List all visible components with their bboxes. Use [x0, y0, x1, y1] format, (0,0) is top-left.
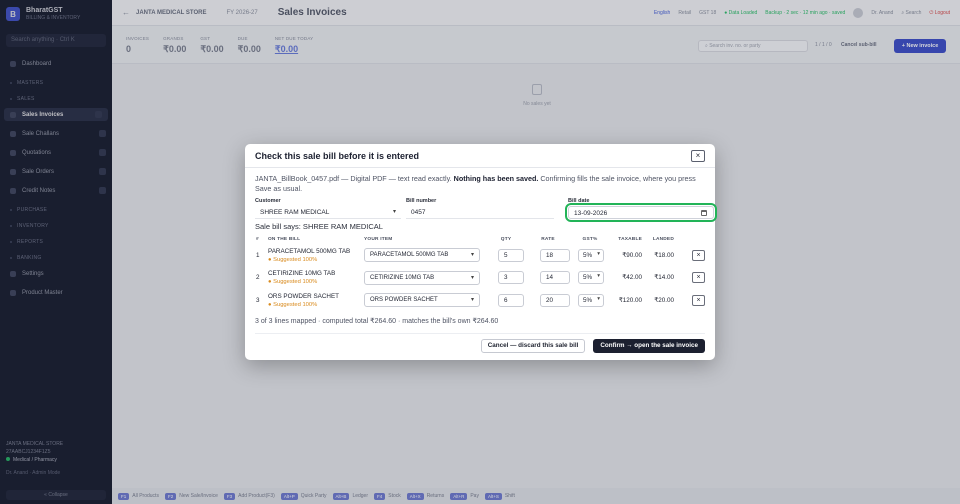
intro-file: JANTA_BillBook_0457.pdf — Digital PDF — … — [255, 174, 452, 183]
bill-says-customer: Sale bill says: SHREE RAM MEDICAL — [255, 222, 383, 231]
item-select[interactable]: ORS POWDER SACHET ▾ — [364, 293, 480, 308]
bill-number-label: Bill number — [406, 198, 437, 204]
chevron-down-icon: ▾ — [470, 252, 474, 259]
actions-divider — [255, 333, 705, 334]
col-gst: GST% — [582, 236, 598, 242]
line-number: 1 — [256, 251, 260, 259]
col-taxable: TAXABLE — [618, 236, 642, 242]
bill-number-input[interactable]: 0457 — [406, 206, 554, 219]
gst-cell: 5% ▾ — [570, 267, 610, 290]
bill-line-cell: ORS POWDER SACHET ● Suggested 100% — [268, 289, 364, 312]
item-select-value: PARACETAMOL 500MG TAB — [370, 252, 449, 259]
remove-line-button[interactable]: × — [692, 294, 705, 306]
discard-sale-bill-button[interactable]: Cancel — discard this sale bill — [480, 339, 586, 353]
calendar-icon[interactable] — [701, 210, 707, 216]
intro-not-saved: Nothing has been saved. — [453, 174, 539, 183]
rate-cell: 18 — [526, 244, 570, 267]
gst-cell: 5% ▾ — [570, 244, 610, 267]
dialog-title: Check this sale bill before it is entere… — [255, 150, 420, 161]
mapping-summary: 3 of 3 lines mapped · computed total ₹26… — [255, 317, 499, 325]
qty-input[interactable]: 5 — [498, 248, 524, 262]
bill-lines-table: # ON THE BILL YOUR ITEM QTY RATE GST% TA… — [255, 234, 705, 312]
bill-line-cell: CETIRIZINE 10MG TAB ● Suggested 100% — [268, 267, 364, 290]
landed-value: ₹18.00 — [654, 251, 674, 259]
col-landed: LANDED — [652, 236, 674, 242]
gst-cell: 5% ▾ — [570, 289, 610, 312]
rate-input[interactable]: 20 — [540, 293, 570, 307]
chevron-down-icon: ▾ — [470, 274, 474, 281]
landed-value: ₹20.00 — [654, 296, 674, 304]
review-sale-bill-dialog: Check this sale bill before it is entere… — [245, 144, 717, 360]
taxable-value: ₹120.00 — [618, 296, 642, 304]
suggestion-badge: ● Suggested 100% — [268, 301, 318, 308]
rate-cell: 20 — [526, 289, 570, 312]
bill-item-name: CETIRIZINE 10MG TAB — [268, 270, 336, 278]
remove-line-button[interactable]: × — [692, 249, 705, 261]
col-remove — [674, 234, 705, 244]
gst-value: 5% — [583, 251, 593, 259]
chevron-down-icon: ▾ — [597, 250, 600, 257]
remove-cell: × — [674, 244, 705, 267]
bill-item-name: PARACETAMOL 500MG TAB — [268, 247, 351, 255]
col-qty: QTY — [500, 236, 512, 242]
rate-input[interactable]: 18 — [540, 248, 570, 262]
suggestion-badge: ● Suggested 100% — [268, 279, 318, 286]
table-row: 2 CETIRIZINE 10MG TAB ● Suggested 100% CETI… — [255, 267, 705, 290]
col-your-item: YOUR ITEM — [364, 236, 393, 242]
qty-input[interactable]: 3 — [498, 271, 524, 285]
qty-cell: 6 — [486, 289, 526, 312]
dialog-intro: JANTA_BillBook_0457.pdf — Digital PDF — … — [255, 174, 705, 194]
remove-line-button[interactable]: × — [692, 272, 705, 284]
chevron-down-icon: ▾ — [392, 209, 396, 215]
close-icon: × — [695, 150, 701, 160]
qty-cell: 3 — [486, 267, 526, 290]
chevron-down-icon: ▾ — [597, 295, 600, 302]
item-select-value: CETIRIZINE 10MG TAB — [370, 274, 435, 281]
line-number: 3 — [256, 296, 260, 304]
table-row: 1 PARACETAMOL 500MG TAB ● Suggested 100% PA… — [255, 244, 705, 267]
rate-cell: 14 — [526, 267, 570, 290]
col-on-the-bill: ON THE BILL — [268, 236, 301, 242]
col-rate: RATE — [541, 236, 555, 242]
gst-select[interactable]: 5% ▾ — [578, 248, 604, 262]
remove-cell: × — [674, 289, 705, 312]
item-select-value: ORS POWDER SACHET — [370, 297, 438, 304]
taxable-value: ₹42.00 — [622, 274, 642, 282]
close-icon: × — [696, 251, 701, 259]
gst-select[interactable]: 5% ▾ — [578, 293, 604, 307]
close-dialog-button[interactable]: × — [691, 149, 705, 162]
your-item-cell: PARACETAMOL 500MG TAB ▾ — [364, 244, 486, 267]
bill-date-input[interactable]: 13-09-2026 — [565, 203, 717, 222]
taxable-value: ₹90.00 — [622, 251, 642, 259]
bill-line-cell: PARACETAMOL 500MG TAB ● Suggested 100% — [268, 244, 364, 267]
your-item-cell: CETIRIZINE 10MG TAB ▾ — [364, 267, 486, 290]
customer-select[interactable]: SHREE RAM MEDICAL ▾ — [255, 206, 401, 219]
rate-input[interactable]: 14 — [540, 271, 570, 285]
table-row: 3 ORS POWDER SACHET ● Suggested 100% ORS PO… — [255, 289, 705, 312]
bill-date-value: 13-09-2026 — [574, 210, 608, 217]
close-icon: × — [696, 274, 701, 282]
col-no: # — [256, 236, 259, 242]
item-select[interactable]: CETIRIZINE 10MG TAB ▾ — [364, 270, 480, 285]
chevron-down-icon: ▾ — [597, 273, 600, 280]
suggestion-badge: ● Suggested 100% — [268, 256, 318, 263]
chevron-down-icon: ▾ — [470, 297, 474, 304]
your-item-cell: ORS POWDER SACHET ▾ — [364, 289, 486, 312]
qty-input[interactable]: 6 — [498, 293, 524, 307]
landed-value: ₹14.00 — [654, 274, 674, 282]
bill-date-label: Bill date — [568, 198, 590, 204]
line-number: 2 — [256, 274, 260, 282]
customer-value: SHREE RAM MEDICAL — [260, 209, 330, 216]
gst-select[interactable]: 5% ▾ — [578, 271, 604, 285]
gst-value: 5% — [583, 274, 593, 282]
close-icon: × — [696, 296, 701, 304]
confirm-open-invoice-button[interactable]: Confirm → open the sale invoice — [593, 339, 705, 353]
remove-cell: × — [674, 267, 705, 290]
gst-value: 5% — [583, 296, 593, 304]
customer-label: Customer — [255, 198, 281, 204]
qty-cell: 5 — [486, 244, 526, 267]
sidebar-dim — [0, 0, 112, 504]
item-select[interactable]: PARACETAMOL 500MG TAB ▾ — [364, 248, 480, 263]
bill-item-name: ORS POWDER SACHET — [268, 292, 340, 300]
